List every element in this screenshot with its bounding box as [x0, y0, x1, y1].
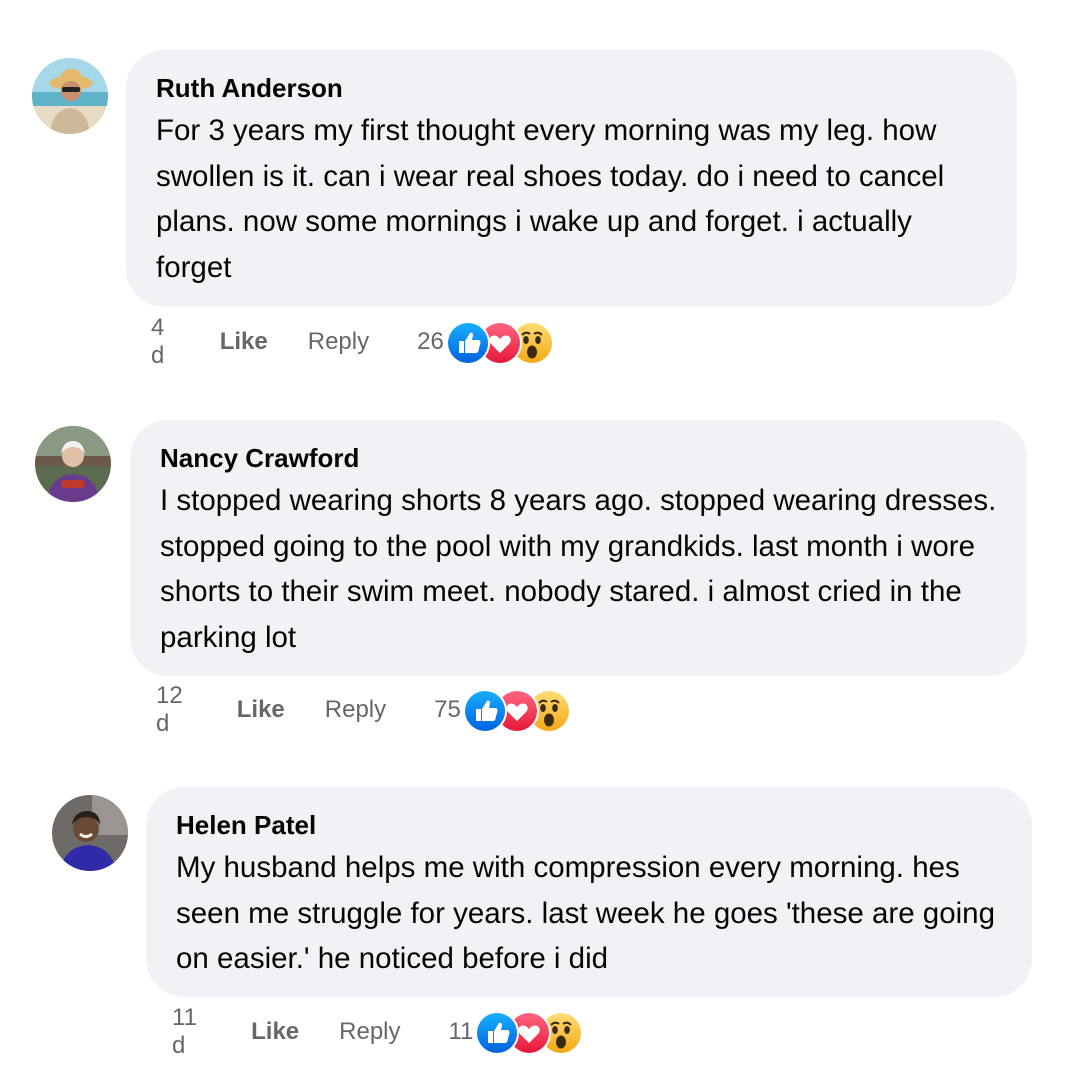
- like-icon: [475, 1011, 520, 1055]
- avatar-photo-icon: [52, 795, 128, 871]
- comment-actions: 12 d Like Reply 75: [156, 682, 571, 737]
- comment-actions: 4 d Like Reply 26: [151, 314, 554, 369]
- like-button[interactable]: Like: [251, 1018, 299, 1046]
- reaction-count[interactable]: 26: [417, 328, 444, 356]
- comment-bubble: Ruth Anderson For 3 years my first thoug…: [126, 50, 1017, 307]
- comment-text: For 3 years my first thought every morni…: [156, 114, 945, 284]
- like-button[interactable]: Like: [220, 328, 268, 356]
- like-icon: [462, 689, 507, 733]
- comment-actions: 11 d Like Reply 11: [172, 1004, 584, 1059]
- reaction-summary[interactable]: [462, 689, 571, 733]
- reaction-summary[interactable]: [445, 321, 554, 365]
- comment-bubble: Helen Patel My husband helps me with com…: [146, 787, 1032, 997]
- comment-author[interactable]: Nancy Crawford: [160, 442, 997, 474]
- like-icon: [445, 321, 490, 365]
- reaction-count[interactable]: 75: [434, 696, 461, 724]
- reply-button[interactable]: Reply: [308, 328, 369, 356]
- reply-button[interactable]: Reply: [325, 696, 386, 724]
- comment-text: I stopped wearing shorts 8 years ago. st…: [160, 484, 997, 654]
- comment-timestamp[interactable]: 12 d: [156, 682, 197, 738]
- avatar[interactable]: [32, 58, 108, 134]
- reaction-summary[interactable]: [475, 1011, 584, 1055]
- reply-button[interactable]: Reply: [339, 1018, 400, 1046]
- like-button[interactable]: Like: [237, 696, 285, 724]
- comment-author[interactable]: Ruth Anderson: [156, 72, 987, 104]
- reaction-count[interactable]: 11: [449, 1018, 474, 1046]
- avatar[interactable]: [35, 426, 111, 502]
- comment-timestamp[interactable]: 11 d: [172, 1004, 211, 1060]
- comment-text: My husband helps me with compression eve…: [176, 851, 995, 975]
- comment-author[interactable]: Helen Patel: [176, 809, 1002, 841]
- comment-bubble: Nancy Crawford I stopped wearing shorts …: [130, 420, 1027, 676]
- avatar[interactable]: [52, 795, 128, 871]
- comment-timestamp[interactable]: 4 d: [151, 314, 180, 370]
- avatar-photo-icon: [35, 426, 111, 502]
- avatar-photo-icon: [32, 58, 108, 134]
